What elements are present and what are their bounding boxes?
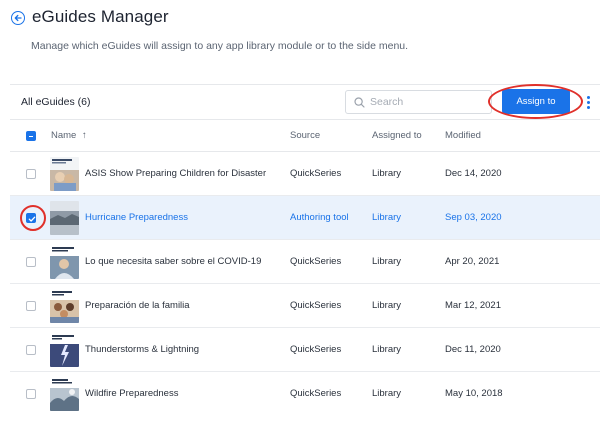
row-checkbox[interactable] (26, 213, 36, 223)
table-row[interactable]: Wildfire Preparedness QuickSeries Librar… (10, 372, 600, 416)
eguide-source: QuickSeries (290, 300, 342, 311)
search-box[interactable] (345, 90, 492, 114)
eguide-modified: Dec 14, 2020 (445, 168, 502, 179)
eguide-name[interactable]: Lo que necesita saber sobre el COVID-19 (85, 256, 261, 267)
eguide-assigned: Library (372, 168, 402, 179)
eguide-source: QuickSeries (290, 388, 342, 399)
table-toolbar: All eGuides (6) Assign to (10, 84, 600, 120)
eguide-assigned: Library (372, 388, 402, 399)
eguide-thumbnail (50, 377, 79, 411)
row-checkbox[interactable] (26, 345, 36, 355)
assign-to-button[interactable]: Assign to (502, 89, 570, 114)
page-title: eGuides Manager (32, 7, 169, 26)
eguides-table: ASIS Show Preparing Children for Disaste… (10, 152, 600, 416)
arrow-up-icon: ↑ (81, 130, 87, 141)
table-row[interactable]: ASIS Show Preparing Children for Disaste… (10, 152, 600, 196)
eguide-name[interactable]: Preparación de la familia (85, 300, 190, 311)
search-icon (354, 97, 365, 108)
eguide-thumbnail (50, 157, 79, 191)
eguide-modified: Dec 11, 2020 (445, 344, 501, 355)
eguide-source: QuickSeries (290, 256, 342, 267)
row-checkbox[interactable] (26, 257, 36, 267)
table-header: Name ↑ Source Assigned to Modified (10, 120, 600, 152)
eguide-modified: Sep 03, 2020 (445, 212, 502, 223)
row-checkbox[interactable] (26, 169, 36, 179)
page-subtitle: Manage which eGuides will assign to any … (31, 40, 409, 52)
row-checkbox[interactable] (26, 389, 36, 399)
eguide-name[interactable]: Hurricane Preparedness (85, 212, 188, 223)
eguide-modified: Mar 12, 2021 (445, 300, 501, 311)
eguide-source: QuickSeries (290, 344, 342, 355)
eguide-name[interactable]: Thunderstorms & Lightning (85, 344, 199, 355)
table-row[interactable]: Thunderstorms & Lightning QuickSeries Li… (10, 328, 600, 372)
table-row[interactable]: Lo que necesita saber sobre el COVID-19 … (10, 240, 600, 284)
eguide-thumbnail (50, 245, 79, 279)
more-vertical-icon[interactable] (585, 96, 591, 110)
eguide-assigned: Library (372, 300, 402, 311)
eguide-modified: Apr 20, 2021 (445, 256, 500, 267)
eguide-name[interactable]: ASIS Show Preparing Children for Disaste… (85, 168, 266, 179)
eguide-assigned: Library (372, 256, 402, 267)
eguide-thumbnail (50, 201, 79, 235)
column-header-source[interactable]: Source (290, 130, 320, 141)
checkmark-icon (28, 216, 36, 222)
eguide-source: QuickSeries (290, 168, 342, 179)
eguide-source: Authoring tool (290, 212, 349, 223)
eguide-thumbnail (50, 333, 79, 367)
column-header-name[interactable]: Name ↑ (51, 130, 87, 141)
select-all-checkbox[interactable] (26, 131, 36, 141)
eguide-assigned: Library (372, 212, 402, 223)
row-checkbox[interactable] (26, 301, 36, 311)
eguide-assigned: Library (372, 344, 402, 355)
table-row[interactable]: Hurricane Preparedness Authoring tool Li… (10, 196, 600, 240)
column-header-assigned[interactable]: Assigned to (372, 130, 422, 141)
eguide-modified: May 10, 2018 (445, 388, 503, 399)
eguide-thumbnail (50, 289, 79, 323)
column-header-modified[interactable]: Modified (445, 130, 481, 141)
all-eguides-count: All eGuides (6) (21, 96, 91, 108)
search-input[interactable] (370, 93, 488, 111)
eguide-name[interactable]: Wildfire Preparedness (85, 388, 178, 399)
page-header: eGuides Manager Manage which eGuides wil… (10, 6, 590, 52)
back-arrow-icon[interactable] (11, 11, 25, 25)
table-row[interactable]: Preparación de la familia QuickSeries Li… (10, 284, 600, 328)
